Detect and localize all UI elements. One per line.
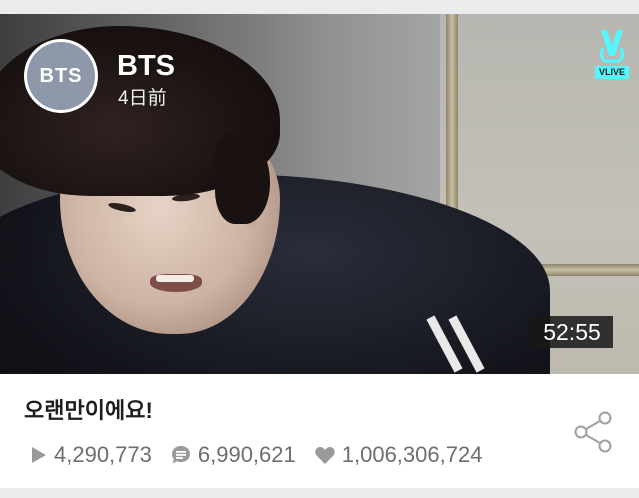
comment-count-value: 6,990,621	[197, 442, 296, 467]
comment-icon	[171, 446, 190, 464]
channel-avatar[interactable]: BTS	[24, 39, 98, 113]
thumbnail-figure-teeth	[156, 275, 194, 282]
vlive-logo: VLIVE	[588, 26, 636, 82]
vlive-badge: VLIVE	[594, 66, 629, 79]
like-count: 1,006,306,724	[314, 442, 483, 468]
video-duration: 52:55	[531, 316, 613, 348]
play-count-value: 4,290,773	[54, 442, 152, 467]
share-icon[interactable]	[572, 410, 614, 454]
posted-time: 4日前	[118, 88, 167, 109]
channel-avatar-text: BTS	[27, 42, 95, 110]
video-card[interactable]: BTS BTS 4日前 VLIVE 52:55 오랜만이에요! 4,290,77…	[0, 14, 639, 488]
play-count: 4,290,773	[30, 442, 152, 468]
channel-name[interactable]: BTS	[117, 50, 175, 82]
heart-icon	[315, 447, 335, 464]
video-thumbnail[interactable]: BTS BTS 4日前 VLIVE 52:55	[0, 14, 639, 374]
comment-count: 6,990,621	[170, 442, 296, 468]
video-stats: 4,290,773 6,990,621 1,006,306,724	[30, 442, 500, 468]
play-icon	[32, 447, 46, 463]
video-title[interactable]: 오랜만이에요!	[24, 397, 153, 425]
like-count-value: 1,006,306,724	[341, 442, 483, 467]
vlive-v-hand-icon	[599, 30, 625, 63]
